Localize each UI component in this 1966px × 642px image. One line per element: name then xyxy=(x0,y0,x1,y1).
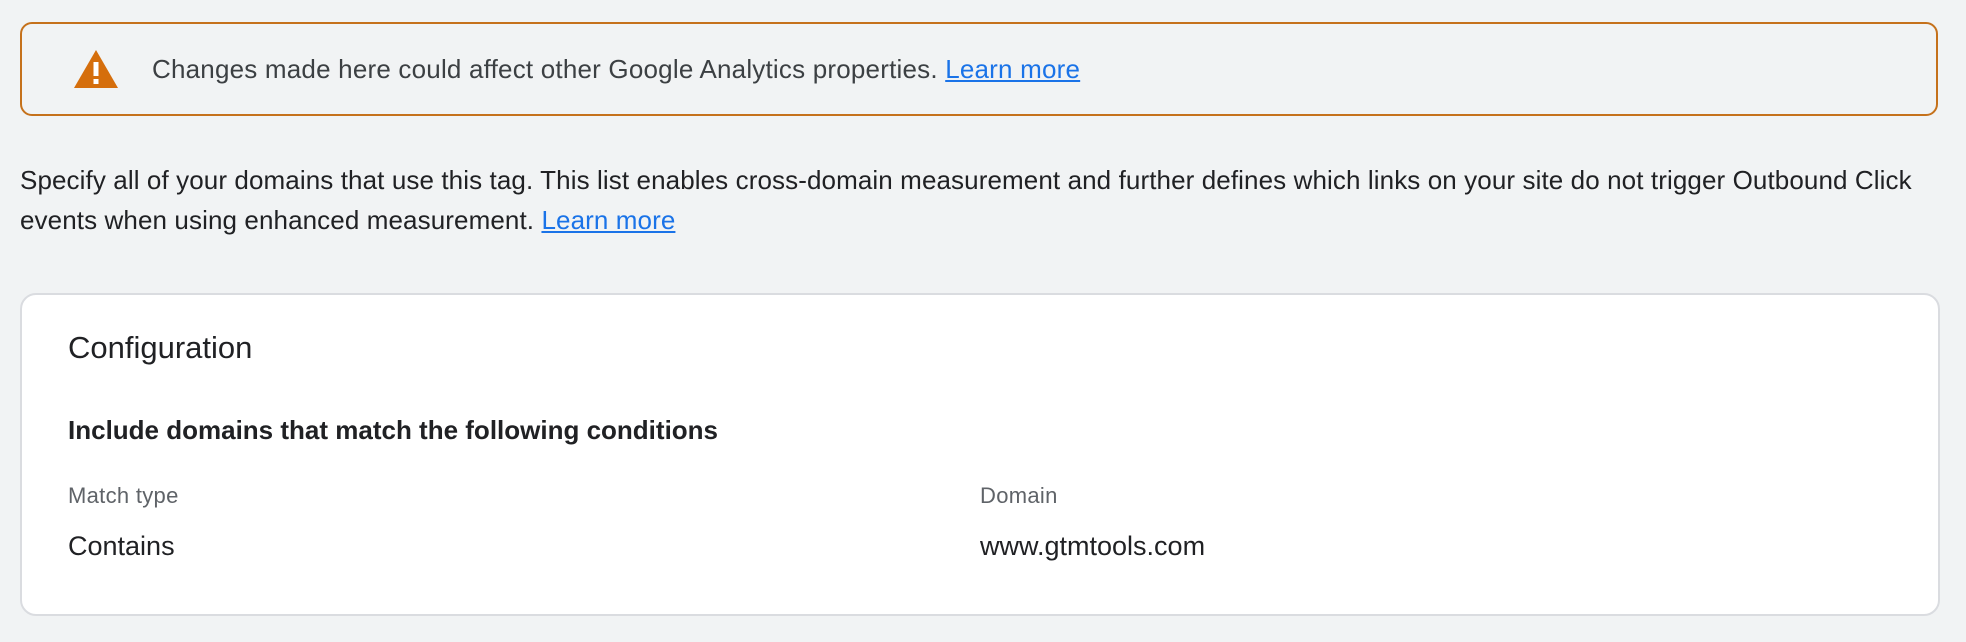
card-title: Configuration xyxy=(68,330,253,365)
domain-value: www.gtmtools.com xyxy=(980,531,1206,561)
warning-icon xyxy=(72,48,120,90)
configuration-card: Configuration Include domains that match… xyxy=(20,293,1940,616)
conditions-heading: Include domains that match the following… xyxy=(68,415,719,445)
match-type-label: Match type xyxy=(68,483,179,508)
warning-learn-more-link[interactable]: Learn more xyxy=(945,54,1080,84)
warning-banner: Changes made here could affect other Goo… xyxy=(20,22,1938,116)
domain-label: Domain xyxy=(980,483,1058,508)
description-text: Specify all of your domains that use thi… xyxy=(20,165,1912,235)
match-type-field: Match type Contains xyxy=(68,483,179,562)
description-learn-more-link[interactable]: Learn more xyxy=(541,205,675,235)
domains-description: Specify all of your domains that use thi… xyxy=(20,160,1940,240)
domain-field: Domain www.gtmtools.com xyxy=(980,483,1205,562)
warning-message: Changes made here could affect other Goo… xyxy=(152,54,1080,85)
warning-message-text: Changes made here could affect other Goo… xyxy=(152,53,938,84)
match-type-value: Contains xyxy=(68,531,175,561)
